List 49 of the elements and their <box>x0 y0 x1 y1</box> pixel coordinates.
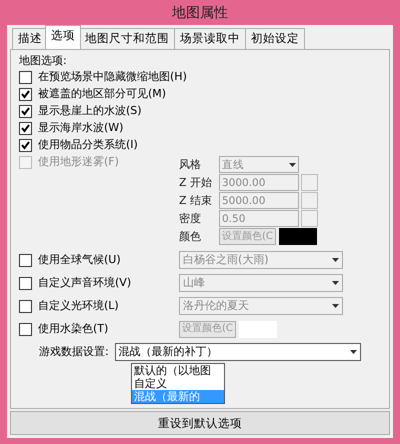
style-select[interactable]: 直线 <box>219 156 299 173</box>
checkbox-label: 在预览场景中隐藏微缩地图(H) <box>38 70 187 84</box>
checkbox-label: 使用物品分类系统(I) <box>38 138 138 152</box>
game-data-dropdown[interactable]: 混战（最新的补丁） <box>114 343 361 361</box>
dropdown-option[interactable]: 混战（最新的 <box>132 390 224 403</box>
checkbox[interactable] <box>19 70 32 84</box>
group-label: 地图选项: <box>19 54 68 68</box>
checkbox[interactable] <box>19 104 32 118</box>
checkbox[interactable] <box>19 122 32 134</box>
field-label: 游戏数据设置: <box>39 345 109 359</box>
tab[interactable]: 描述 <box>12 28 48 49</box>
caret-icon <box>332 281 339 285</box>
field-label: 颜色 <box>179 230 202 244</box>
checkbox-label: 显示海岸水波(W) <box>38 121 124 135</box>
set-color-button[interactable]: 设置颜色(C <box>219 228 276 245</box>
reset-button[interactable]: 重设到默认选项 <box>10 411 390 435</box>
field-label: Z 开始 <box>179 176 214 190</box>
dropdown[interactable]: 白杨谷之雨(大雨) <box>179 251 343 269</box>
tab[interactable]: 初始设定 <box>245 28 305 49</box>
checkbox-label: 自定义光环境(L) <box>38 299 119 313</box>
checkbox-label: 使用地形迷雾(F) <box>38 155 119 169</box>
checkbox-label: 显示悬崖上的水波(S) <box>38 104 142 118</box>
field-label: 风格 <box>179 158 202 172</box>
caret-icon <box>350 350 357 354</box>
dropdown[interactable]: 洛丹伦的夏天 <box>179 297 343 315</box>
checkbox[interactable] <box>19 88 32 100</box>
dropdown-option[interactable]: 默认的（以地图 <box>132 364 224 377</box>
checkbox-label: 自定义声音环境(V) <box>38 276 132 290</box>
field-label: 密度 <box>179 212 202 226</box>
number-field[interactable]: 3000.00 <box>219 174 299 191</box>
dropdown[interactable]: 山峰 <box>179 274 343 292</box>
checkbox[interactable] <box>19 300 32 312</box>
caret-icon <box>332 258 339 262</box>
checkbox[interactable] <box>19 322 32 336</box>
checkbox-label: 使用全球气候(U) <box>38 253 121 267</box>
checkbox[interactable] <box>19 254 32 266</box>
tab[interactable]: 选项 <box>45 25 81 49</box>
number-field[interactable]: 0.50 <box>219 210 299 227</box>
set-color-button[interactable]: 设置颜色(C <box>179 320 236 338</box>
caret-icon <box>289 162 296 166</box>
checkbox-label: 被遮盖的地区部分可见(M) <box>38 87 166 101</box>
window-title: 地图属性 <box>171 4 229 22</box>
checkbox[interactable] <box>19 276 32 290</box>
caret-icon <box>332 304 339 308</box>
dropdown-option[interactable]: 自定义 <box>132 377 224 390</box>
number-field[interactable]: 5000.00 <box>219 192 299 209</box>
checkbox[interactable] <box>19 138 32 152</box>
field-label: Z 结束 <box>179 194 214 208</box>
checkbox-label: 使用水染色(T) <box>38 322 108 336</box>
